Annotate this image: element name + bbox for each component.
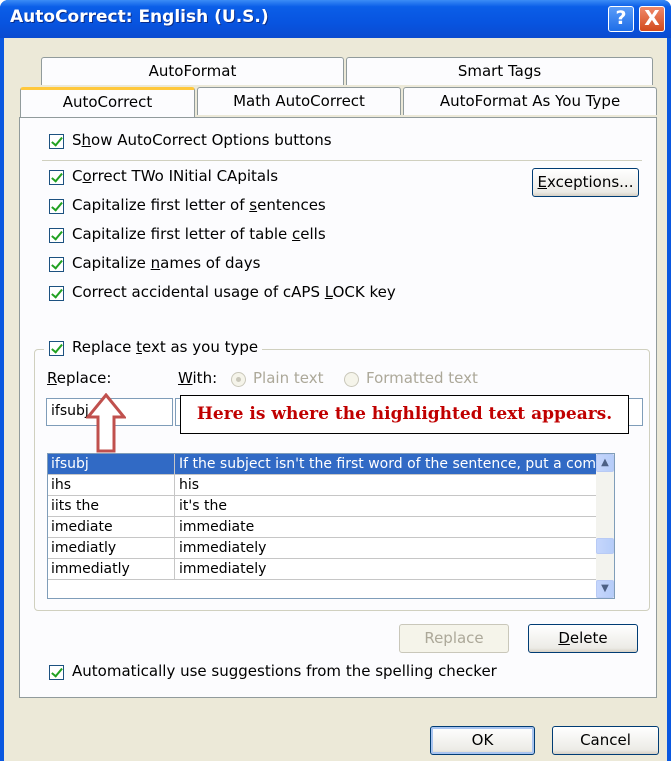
cancel-button[interactable]: Cancel [552, 726, 659, 755]
list-row[interactable]: imediatly immediately [48, 538, 596, 559]
entry-from: iits the [48, 496, 175, 517]
scroll-thumb[interactable] [596, 538, 614, 554]
plain-text-label: Plain text [253, 369, 324, 387]
cap-sentences-label: Capitalize first letter of sentences [72, 196, 326, 214]
replace-as-you-type-checkbox[interactable] [49, 341, 64, 356]
list-row[interactable]: iits the it's the [48, 496, 596, 517]
show-options-checkbox[interactable] [49, 134, 64, 149]
scroll-down-icon[interactable]: ▼ [596, 580, 614, 598]
entry-from: ihs [48, 475, 175, 496]
list-row[interactable]: imediate immediate [48, 517, 596, 538]
help-button[interactable]: ? [608, 6, 634, 32]
entry-to: it's the [175, 496, 596, 517]
entry-to: immediate [175, 517, 596, 538]
list-scrollbar[interactable]: ▲ ▼ [596, 454, 614, 598]
scroll-up-icon[interactable]: ▲ [596, 454, 614, 472]
title-bar[interactable]: AutoCorrect: English (U.S.) ? X [0, 0, 671, 38]
formatted-text-label: Formatted text [366, 369, 478, 387]
autocorrect-dialog: AutoCorrect: English (U.S.) ? X AutoForm… [0, 0, 671, 761]
show-options-label: Show AutoCorrect Options buttons [72, 131, 332, 149]
entry-to: immediately [175, 559, 596, 580]
window-title: AutoCorrect: English (U.S.) [10, 7, 269, 27]
caps-lock-label: Correct accidental usage of cAPS LOCK ke… [72, 283, 396, 301]
list-row[interactable]: ihs his [48, 475, 596, 496]
delete-button[interactable]: Delete [528, 624, 638, 653]
list-row[interactable]: immediatly immediately [48, 559, 596, 580]
replace-button[interactable]: Replace [399, 624, 509, 653]
cap-days-label: Capitalize names of days [72, 254, 261, 272]
spelling-suggestions-checkbox[interactable] [49, 665, 64, 680]
caps-lock-checkbox[interactable] [49, 286, 64, 301]
spelling-suggestions-label: Automatically use suggestions from the s… [72, 662, 497, 680]
cap-table-cells-label: Capitalize first letter of table cells [72, 225, 326, 243]
tab-autoformat[interactable]: AutoFormat [41, 57, 344, 85]
up-arrow-icon [86, 393, 126, 453]
correct-two-initials-checkbox[interactable] [49, 170, 64, 185]
tab-smart-tags[interactable]: Smart Tags [346, 57, 653, 85]
formatted-text-radio[interactable] [344, 372, 359, 387]
plain-text-radio[interactable] [231, 372, 246, 387]
entry-to: If the subject isn't the first word of t… [175, 454, 596, 475]
cap-sentences-checkbox[interactable] [49, 199, 64, 214]
close-button[interactable]: X [639, 6, 665, 32]
ok-button[interactable]: OK [430, 726, 535, 755]
with-label: With: [178, 369, 218, 387]
correct-two-initials-label: Correct TWo INitial CApitals [72, 167, 279, 185]
separator [42, 160, 642, 161]
tab-math-autocorrect[interactable]: Math AutoCorrect [197, 87, 401, 115]
exceptions-button[interactable]: Exceptions... [532, 168, 639, 197]
cap-days-checkbox[interactable] [49, 257, 64, 272]
annotation-callout: Here is where the highlighted text appea… [180, 395, 629, 434]
tab-autocorrect[interactable]: AutoCorrect [20, 87, 195, 118]
entry-from: imediate [48, 517, 175, 538]
entry-to: his [175, 475, 596, 496]
list-row[interactable]: ifsubj If the subject isn't the first wo… [48, 454, 596, 475]
entry-from: ifsubj [48, 454, 175, 475]
entry-from: imediatly [48, 538, 175, 559]
entry-from: immediatly [48, 559, 175, 580]
cap-table-cells-checkbox[interactable] [49, 228, 64, 243]
autocorrect-entries-list[interactable]: ifsubj If the subject isn't the first wo… [47, 453, 615, 599]
entry-to: immediately [175, 538, 596, 559]
replace-label: Replace: [47, 369, 112, 387]
replace-as-you-type-label: Replace text as you type [72, 338, 259, 356]
tab-autoformat-as-you-type[interactable]: AutoFormat As You Type [403, 87, 657, 115]
